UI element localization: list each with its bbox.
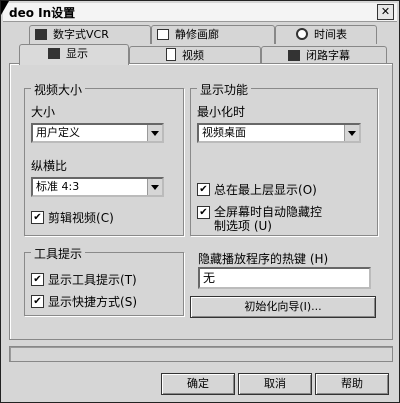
tab-schedule[interactable]: 时间表 <box>275 25 377 44</box>
size-select[interactable]: 用户定义 <box>31 123 164 143</box>
checkbox-check-icon[interactable]: ✔ <box>197 206 210 219</box>
mouse-cursor-icon <box>1 1 14 15</box>
chevron-down-icon[interactable] <box>147 125 162 141</box>
minimize-select[interactable]: 视频桌面 <box>197 123 361 143</box>
size-select-value: 用户定义 <box>36 126 80 139</box>
video-size-group: 视频大小 大小 用户定义 纵横比 标准 4:3 ✔ 剪辑视频 (C) <box>24 81 184 236</box>
fullscreen-label-line2: 制选项 <box>214 219 251 233</box>
fullscreen-hide-controls-checkbox[interactable]: ✔ 全屏幕时自动隐藏控 制选项 (U) <box>197 205 322 233</box>
gallery-icon <box>157 29 169 40</box>
aspect-select-value: 标准 4:3 <box>36 180 80 193</box>
size-label: 大小 <box>31 105 56 119</box>
ok-button[interactable]: 确定 <box>161 373 235 395</box>
always-on-top-label: 总在最上层显示 <box>214 183 299 197</box>
tooltips-legend: 工具提示 <box>31 245 86 262</box>
checkbox-check-icon[interactable]: ✔ <box>31 211 44 224</box>
video-icon <box>166 48 176 61</box>
fullscreen-label-line1: 全屏幕时自动隐藏控 <box>214 205 323 219</box>
crop-video-label: 剪辑视频 <box>48 211 97 225</box>
fullscreen-key: (U) <box>253 219 272 233</box>
display-features-legend: 显示功能 <box>197 81 252 98</box>
cancel-button[interactable]: 取消 <box>238 373 312 395</box>
status-bar <box>9 346 393 362</box>
crop-video-checkbox[interactable]: ✔ 剪辑视频 (C) <box>31 209 114 226</box>
show-tooltips-key: (T) <box>120 272 137 287</box>
close-button[interactable]: ✕ <box>377 4 394 20</box>
tab-gallery[interactable]: 静修画廊 <box>151 25 275 44</box>
show-tooltips-checkbox[interactable]: ✔ 显示工具提示 (T) <box>31 271 137 288</box>
show-shortcuts-key: (S) <box>120 294 137 309</box>
checkbox-check-icon[interactable]: ✔ <box>197 183 210 196</box>
clock-icon <box>296 28 308 40</box>
video-size-legend: 视频大小 <box>31 81 86 98</box>
help-button[interactable]: 帮助 <box>315 373 389 395</box>
show-shortcuts-checkbox[interactable]: ✔ 显示快捷方式 (S) <box>31 293 137 310</box>
display-features-group: 显示功能 最小化时 视频桌面 ✔ 总在最上层显示 (O) ✔ 全屏幕时自动隐藏控… <box>190 81 378 236</box>
minimize-select-value: 视频桌面 <box>202 126 246 139</box>
checkbox-check-icon[interactable]: ✔ <box>31 295 44 308</box>
tab-digital-vcr[interactable]: 数字式VCR <box>29 25 151 44</box>
show-shortcuts-label: 显示快捷方式 <box>48 295 121 309</box>
settings-dialog: deo In设置 ✕ 数字式VCR 静修画廊 时间表 显示 视频 闭路字幕 视频… <box>0 0 400 403</box>
hotkey-input[interactable]: 无 <box>198 267 371 289</box>
fullscreen-hide-controls-text: 全屏幕时自动隐藏控 制选项 (U) <box>214 205 322 233</box>
tooltips-group: 工具提示 ✔ 显示工具提示 (T) ✔ 显示快捷方式 (S) <box>24 245 184 316</box>
always-on-top-checkbox[interactable]: ✔ 总在最上层显示 (O) <box>197 181 317 198</box>
aspect-label: 纵横比 <box>31 159 68 173</box>
always-on-top-key: (O) <box>298 182 317 197</box>
minimize-label: 最小化时 <box>197 105 246 119</box>
setup-wizard-button[interactable]: 初始化向导(I)... <box>190 296 376 318</box>
hotkey-label: 隐藏播放程序的热键 (H) <box>198 250 328 267</box>
hotkey-label-text: 隐藏播放程序的热键 <box>198 252 307 266</box>
caption-icon <box>288 50 300 61</box>
window-title: deo In设置 <box>9 6 76 20</box>
vcr-icon <box>35 29 47 40</box>
display-tab-panel: 视频大小 大小 用户定义 纵横比 标准 4:3 ✔ 剪辑视频 (C) 显示功能 … <box>9 63 393 340</box>
checkbox-check-icon[interactable]: ✔ <box>31 273 44 286</box>
title-bar[interactable]: deo In设置 ✕ <box>3 3 397 22</box>
chevron-down-icon[interactable] <box>344 125 359 141</box>
display-icon <box>48 48 60 59</box>
crop-video-key: (C) <box>96 210 114 225</box>
chevron-down-icon[interactable] <box>147 179 162 195</box>
tab-display[interactable]: 显示 <box>19 44 129 65</box>
hotkey-key: (H) <box>309 252 329 266</box>
show-tooltips-label: 显示工具提示 <box>48 273 121 287</box>
aspect-select[interactable]: 标准 4:3 <box>31 177 164 197</box>
